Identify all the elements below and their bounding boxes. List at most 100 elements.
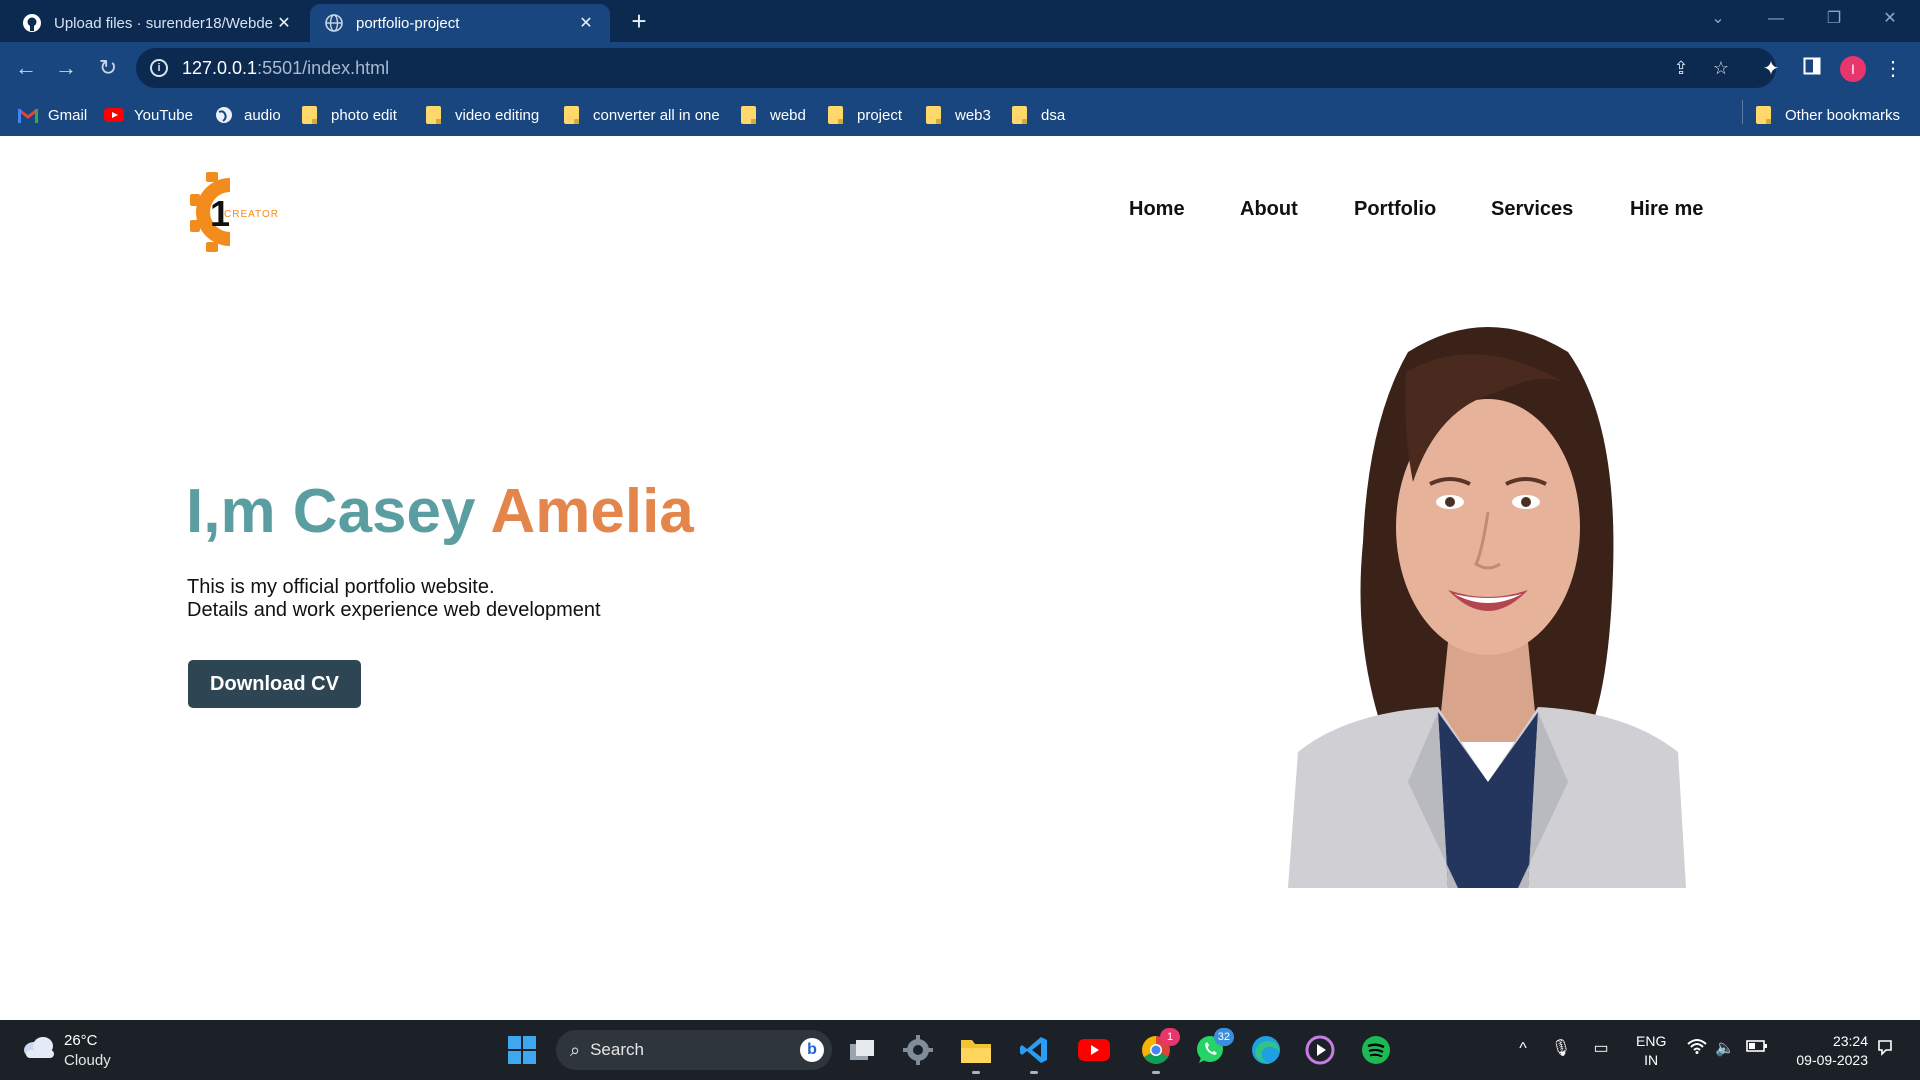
hero-name-prefix: I,m Casey <box>186 477 476 546</box>
taskbar-search[interactable]: ⌕ Search b <box>556 1030 832 1070</box>
bookmark-folder-dsa[interactable]: dsa <box>1012 104 1065 126</box>
github-icon <box>22 13 42 33</box>
nav-home[interactable]: Home <box>1129 198 1185 221</box>
language-code: ENG <box>1636 1033 1667 1049</box>
hero-heading: I,m Casey Amelia <box>186 476 694 547</box>
browser-tab-bar: Upload files · surender18/Webde ✕ portfo… <box>0 0 1920 42</box>
hero-description: This is my official portfolio website. D… <box>187 576 601 622</box>
cloud-icon[interactable] <box>22 1034 56 1060</box>
settings-gear-icon[interactable] <box>902 1034 934 1066</box>
new-tab-button[interactable]: + <box>624 6 654 36</box>
folder-icon <box>926 106 941 124</box>
globe-icon <box>214 106 234 124</box>
bookmark-label: photo edit <box>331 106 397 124</box>
logo-text: CREATOR <box>224 209 279 220</box>
download-cv-button[interactable]: Download CV <box>188 660 361 708</box>
nav-portfolio[interactable]: Portfolio <box>1354 198 1436 221</box>
bing-icon[interactable]: b <box>800 1038 824 1062</box>
tab-upload-files[interactable]: Upload files · surender18/Webde ✕ <box>8 4 308 42</box>
bookmark-label: project <box>857 106 903 124</box>
running-indicator <box>972 1071 980 1074</box>
folder-icon <box>302 106 317 124</box>
bookmark-label: YouTube <box>134 106 193 124</box>
address-bar[interactable]: i 127.0.0.1:5501/index.html ⇪ ☆ <box>136 48 1776 88</box>
more-menu-icon[interactable]: ⋮ <box>1880 56 1906 82</box>
tab-portfolio-project[interactable]: portfolio-project ✕ <box>310 4 610 42</box>
bookmark-audio[interactable]: audio <box>214 104 281 126</box>
volume-icon[interactable]: 🔈 <box>1714 1038 1736 1060</box>
microphone-icon[interactable]: 🎙 <box>1550 1038 1572 1060</box>
tab-search-chevron-icon[interactable]: ⌄ <box>1690 0 1746 38</box>
show-hidden-icons-chevron-icon[interactable]: ^ <box>1512 1038 1534 1060</box>
profile-photo <box>1288 312 1686 888</box>
bookmark-youtube[interactable]: YouTube <box>104 104 193 126</box>
site-logo[interactable]: 1 CREATOR <box>190 172 290 252</box>
share-icon[interactable]: ⇪ <box>1670 57 1692 79</box>
whatsapp-icon[interactable]: 32 <box>1194 1028 1234 1066</box>
url-path: :5501/index.html <box>257 57 390 78</box>
bookmark-label: web3 <box>955 106 991 124</box>
wifi-icon[interactable] <box>1686 1038 1708 1060</box>
bookmark-folder-video-editing[interactable]: video editing <box>426 104 539 126</box>
minimize-button[interactable]: — <box>1748 0 1804 38</box>
chrome-notification-badge: 1 <box>1160 1028 1180 1046</box>
nav-hire-me[interactable]: Hire me <box>1630 198 1703 221</box>
notifications-icon[interactable] <box>1874 1038 1896 1060</box>
url-host: 127.0.0.1 <box>182 57 258 78</box>
reload-icon[interactable]: ↻ <box>94 54 122 82</box>
extensions-puzzle-icon[interactable]: ✦ <box>1758 56 1784 82</box>
globe-icon <box>324 13 344 33</box>
vscode-icon[interactable] <box>1018 1034 1050 1074</box>
portfolio-page: 1 CREATOR Home About Portfolio Services … <box>0 136 1920 1020</box>
bookmark-label: dsa <box>1041 106 1066 124</box>
search-placeholder: Search <box>590 1040 644 1059</box>
weather-condition[interactable]: Cloudy <box>64 1052 111 1069</box>
bookmark-folder-webd[interactable]: webd <box>741 104 806 126</box>
file-explorer-icon[interactable] <box>960 1034 992 1074</box>
keyboard-layout-icon[interactable]: ▭ <box>1590 1038 1612 1060</box>
bookmark-folder-web3[interactable]: web3 <box>926 104 991 126</box>
gmail-icon <box>18 106 38 124</box>
back-arrow-icon[interactable]: ← <box>12 54 40 82</box>
task-view-icon[interactable] <box>846 1034 878 1066</box>
bookmark-star-icon[interactable]: ☆ <box>1710 57 1732 79</box>
windows-taskbar: 26°C Cloudy ⌕ Search b 1 32 ^ 🎙 ▭ ENG IN… <box>0 1020 1920 1080</box>
bookmark-label: audio <box>244 106 281 124</box>
side-panel-icon[interactable] <box>1799 56 1825 82</box>
edge-icon[interactable] <box>1250 1034 1282 1066</box>
hero-description-line: This is my official portfolio website. <box>187 576 495 598</box>
media-player-icon[interactable] <box>1304 1034 1336 1066</box>
running-indicator <box>1152 1071 1160 1074</box>
nav-services[interactable]: Services <box>1491 198 1573 221</box>
folder-icon <box>426 106 441 124</box>
region-code: IN <box>1644 1052 1659 1068</box>
bookmark-folder-photo-edit[interactable]: photo edit <box>302 104 397 126</box>
close-window-button[interactable]: ✕ <box>1862 0 1918 38</box>
system-clock[interactable]: 23:24 09-09-2023 <box>1784 1032 1868 1070</box>
clock-date: 09-09-2023 <box>1796 1052 1868 1068</box>
forward-arrow-icon[interactable]: → <box>52 54 80 82</box>
youtube-app-icon[interactable] <box>1078 1034 1110 1066</box>
close-tab-icon[interactable]: ✕ <box>576 13 596 33</box>
windows-start-icon[interactable] <box>506 1034 538 1066</box>
bookmark-gmail[interactable]: Gmail <box>18 104 87 126</box>
folder-icon <box>1012 106 1027 124</box>
other-bookmarks[interactable]: Other bookmarks <box>1756 104 1900 126</box>
battery-icon[interactable] <box>1746 1038 1768 1060</box>
running-indicator <box>1030 1071 1038 1074</box>
profile-avatar[interactable]: I <box>1840 56 1866 82</box>
site-info-icon[interactable]: i <box>150 59 168 77</box>
weather-temperature[interactable]: 26°C <box>64 1032 98 1049</box>
bookmark-label: video editing <box>455 106 540 124</box>
bookmark-folder-converter[interactable]: converter all in one <box>564 104 720 126</box>
restore-button[interactable]: ❐ <box>1806 0 1862 38</box>
input-language[interactable]: ENG IN <box>1636 1032 1666 1070</box>
close-tab-icon[interactable]: ✕ <box>274 13 294 33</box>
spotify-icon[interactable] <box>1360 1034 1392 1066</box>
clock-time: 23:24 <box>1832 1033 1868 1049</box>
folder-icon <box>564 106 579 124</box>
bookmark-label: Other bookmarks <box>1785 106 1901 124</box>
bookmark-folder-project[interactable]: project <box>828 104 902 126</box>
nav-about[interactable]: About <box>1240 198 1298 221</box>
chrome-icon[interactable]: 1 <box>1140 1028 1180 1074</box>
